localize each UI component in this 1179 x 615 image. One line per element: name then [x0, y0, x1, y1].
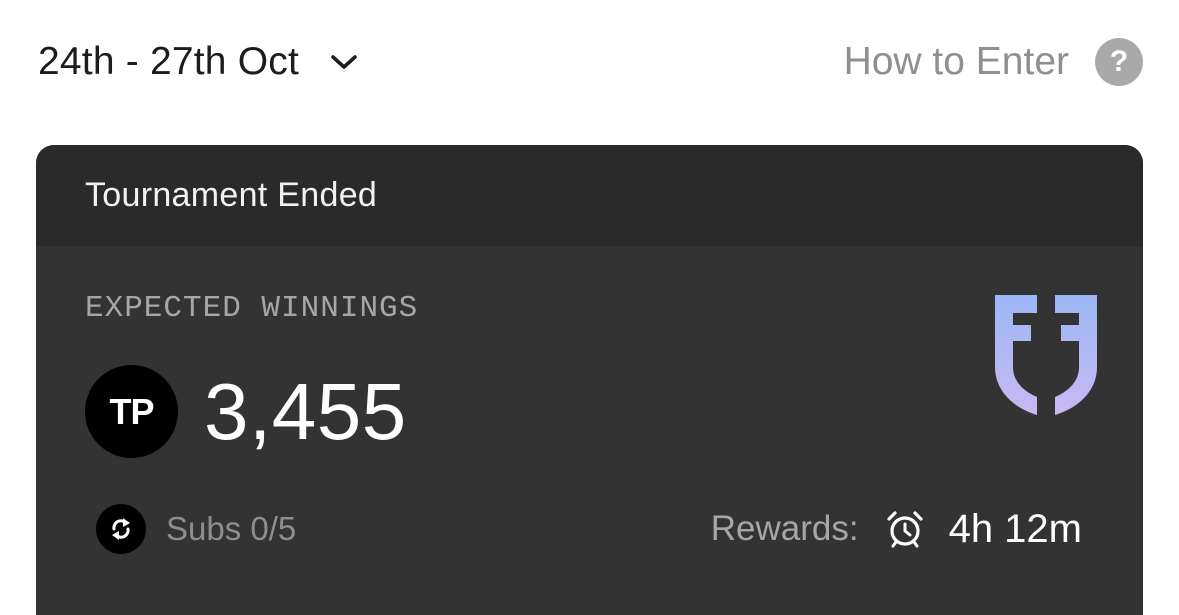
chevron-down-icon — [331, 55, 357, 69]
tp-currency-badge: TP — [85, 365, 178, 458]
rewards-label: Rewards: — [710, 509, 859, 548]
winnings-amount: 3,455 — [204, 366, 407, 456]
how-to-enter-link[interactable]: How to Enter ? — [844, 36, 1143, 88]
how-to-enter-label: How to Enter — [843, 40, 1069, 83]
tournament-status: Tournament Ended — [85, 176, 378, 214]
rewards-countdown: Rewards: 4h 12m — [711, 504, 1082, 554]
alarm-clock-icon — [886, 511, 923, 548]
rewards-time: 4h 12m — [948, 506, 1082, 551]
help-icon[interactable]: ? — [1095, 38, 1143, 86]
tournament-card[interactable]: Tournament Ended EXPECTED WINNINGS TP 3,… — [36, 145, 1143, 615]
swap-arrows-icon — [96, 504, 146, 554]
shield-logo-icon — [995, 295, 1097, 415]
card-header: Tournament Ended — [36, 145, 1143, 246]
winnings-amount-row: TP 3,455 — [85, 365, 407, 458]
expected-winnings-label: EXPECTED WINNINGS — [85, 291, 419, 326]
subs-counter[interactable]: Subs 0/5 — [96, 504, 296, 554]
date-range-dropdown[interactable]: 24th - 27th Oct — [38, 36, 359, 88]
date-range-label: 24th - 27th Oct — [38, 40, 299, 83]
tournament-page: 24th - 27th Oct How to Enter ? Tournamen… — [0, 0, 1179, 615]
subs-label: Subs 0/5 — [166, 510, 297, 547]
